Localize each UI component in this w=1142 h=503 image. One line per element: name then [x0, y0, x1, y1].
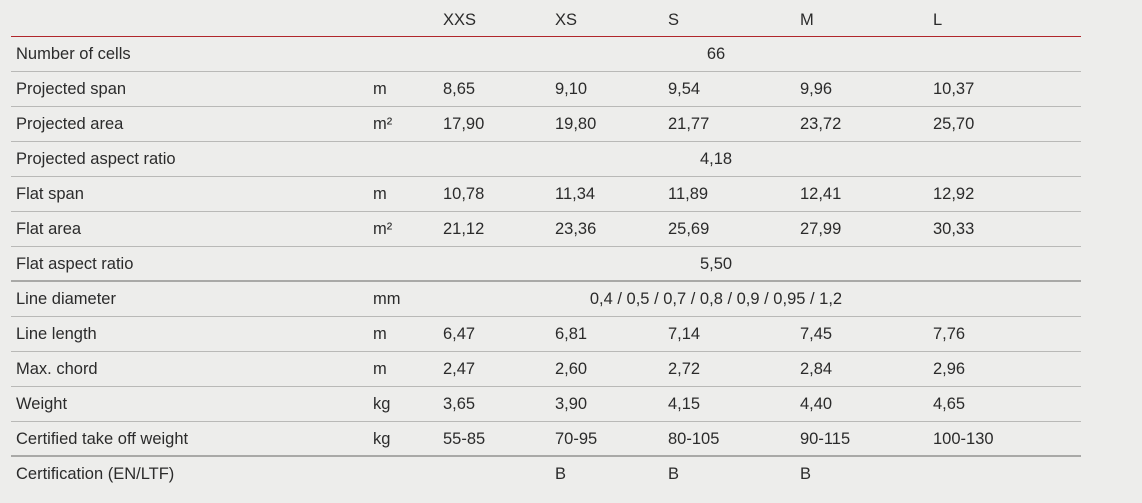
row-value-s: 80-105 — [668, 430, 720, 448]
row-value-s: 25,69 — [668, 220, 710, 238]
row-unit: m — [373, 80, 387, 98]
row-value-l: 25,70 — [933, 115, 975, 133]
row-value-all-sizes: 5,50 — [699, 255, 733, 273]
specifications-table: XXS XS S M L Number of cells 66 Projected … — [11, 0, 1081, 491]
row-value-s: 9,54 — [668, 80, 701, 98]
row-value-xs: 6,81 — [555, 325, 588, 343]
table-row: Max. chord m 2,47 2,60 2,72 2,84 2,96 — [11, 352, 1081, 387]
table-row: Line diameter mm 0,4 / 0,5 / 0,7 / 0,8 / 0… — [11, 282, 1081, 317]
row-label: Certified take off weight — [16, 430, 189, 448]
row-value-xxs: 55-85 — [443, 430, 486, 448]
row-value-s: 7,14 — [668, 325, 701, 343]
row-value-m: 4,40 — [800, 395, 833, 413]
row-label: Line length — [16, 325, 97, 343]
row-label: Flat span — [16, 185, 84, 203]
row-value-m: 12,41 — [800, 185, 842, 203]
row-label: Projected span — [16, 80, 127, 98]
table-row: Flat span m 10,78 11,34 11,89 12,41 12,92 — [11, 177, 1081, 212]
row-value-m: 90-115 — [800, 430, 851, 448]
row-value-xxs: 3,65 — [443, 395, 476, 413]
row-label: Line diameter — [16, 290, 116, 308]
row-value-xs: 70-95 — [555, 430, 598, 448]
row-unit: m — [373, 360, 387, 378]
row-value-m: 7,45 — [800, 325, 833, 343]
size-header-s: S — [668, 11, 680, 29]
table-row: Flat area m² 21,12 23,36 25,69 27,99 30,33 — [11, 212, 1081, 247]
row-value-l: 30,33 — [933, 220, 975, 238]
size-header-xs: XS — [555, 11, 578, 29]
row-value-xs: 2,60 — [555, 360, 588, 378]
row-value-xs: B — [555, 465, 567, 483]
size-header-xxs: XXS — [443, 11, 477, 29]
row-value-m: 2,84 — [800, 360, 833, 378]
table-row: Line length m 6,47 6,81 7,14 7,45 7,76 — [11, 317, 1081, 352]
row-label: Weight — [16, 395, 68, 413]
row-label: Max. chord — [16, 360, 98, 378]
row-value-m: 27,99 — [800, 220, 842, 238]
row-unit: m² — [373, 115, 393, 133]
row-value-l: 2,96 — [933, 360, 966, 378]
table-row: Weight kg 3,65 3,90 4,15 4,40 4,65 — [11, 387, 1081, 422]
row-value-all-sizes: 4,18 — [699, 150, 733, 168]
row-unit: kg — [373, 395, 391, 413]
row-unit: kg — [373, 430, 391, 448]
row-value-s: 21,77 — [668, 115, 710, 133]
row-value-xxs: 2,47 — [443, 360, 476, 378]
row-unit: m² — [373, 220, 393, 238]
row-value-xxs: 21,12 — [443, 220, 485, 238]
row-value-xxs: 6,47 — [443, 325, 476, 343]
row-label: Flat area — [16, 220, 82, 238]
row-value-xs: 9,10 — [555, 80, 588, 98]
table-row: Projected span m 8,65 9,10 9,54 9,96 10,37 — [11, 72, 1081, 107]
row-label: Flat aspect ratio — [16, 255, 134, 273]
row-unit: m — [373, 185, 387, 203]
row-label: Projected area — [16, 115, 124, 133]
row-value-all-sizes: 0,4 / 0,5 / 0,7 / 0,8 / 0,9 / 0,95 / 1,2 — [589, 290, 843, 308]
row-unit: mm — [373, 290, 401, 308]
table-row: Certified take off weight kg 55-85 70-95 80-… — [11, 422, 1081, 457]
table-row: Projected aspect ratio 4,18 — [11, 142, 1081, 177]
size-header-m: M — [800, 11, 814, 29]
row-value-s: 4,15 — [668, 395, 701, 413]
row-label: Projected aspect ratio — [16, 150, 176, 168]
row-value-xs: 11,34 — [555, 185, 596, 203]
row-value-l: 12,92 — [933, 185, 975, 203]
row-value-xs: 19,80 — [555, 115, 597, 133]
table-row: Projected area m² 17,90 19,80 21,77 23,72 25,7… — [11, 107, 1081, 142]
row-value-all-sizes: 66 — [706, 45, 726, 63]
row-value-l: 100-130 — [933, 430, 994, 448]
row-value-m: B — [800, 465, 812, 483]
row-value-m: 23,72 — [800, 115, 842, 133]
row-value-s: 2,72 — [668, 360, 701, 378]
row-value-s: 11,89 — [668, 185, 709, 203]
row-value-l: 10,37 — [933, 80, 975, 98]
size-header-l: L — [933, 11, 943, 29]
row-value-xs: 3,90 — [555, 395, 588, 413]
table-row: Number of cells 66 — [11, 37, 1081, 72]
row-value-xs: 23,36 — [555, 220, 597, 238]
row-label: Certification (EN/LTF) — [16, 465, 175, 483]
row-unit: m — [373, 325, 387, 343]
row-label: Number of cells — [16, 45, 131, 63]
table-row: Certification (EN/LTF) B B B — [11, 457, 1081, 491]
row-value-xxs: 8,65 — [443, 80, 476, 98]
table-row: Flat aspect ratio 5,50 — [11, 247, 1081, 282]
table-header: XXS XS S M L — [11, 0, 1081, 37]
row-value-l: 7,76 — [933, 325, 966, 343]
row-value-l: 4,65 — [933, 395, 966, 413]
row-value-m: 9,96 — [800, 80, 833, 98]
row-value-xxs: 10,78 — [443, 185, 485, 203]
row-value-xxs: 17,90 — [443, 115, 485, 133]
row-value-s: B — [668, 465, 680, 483]
